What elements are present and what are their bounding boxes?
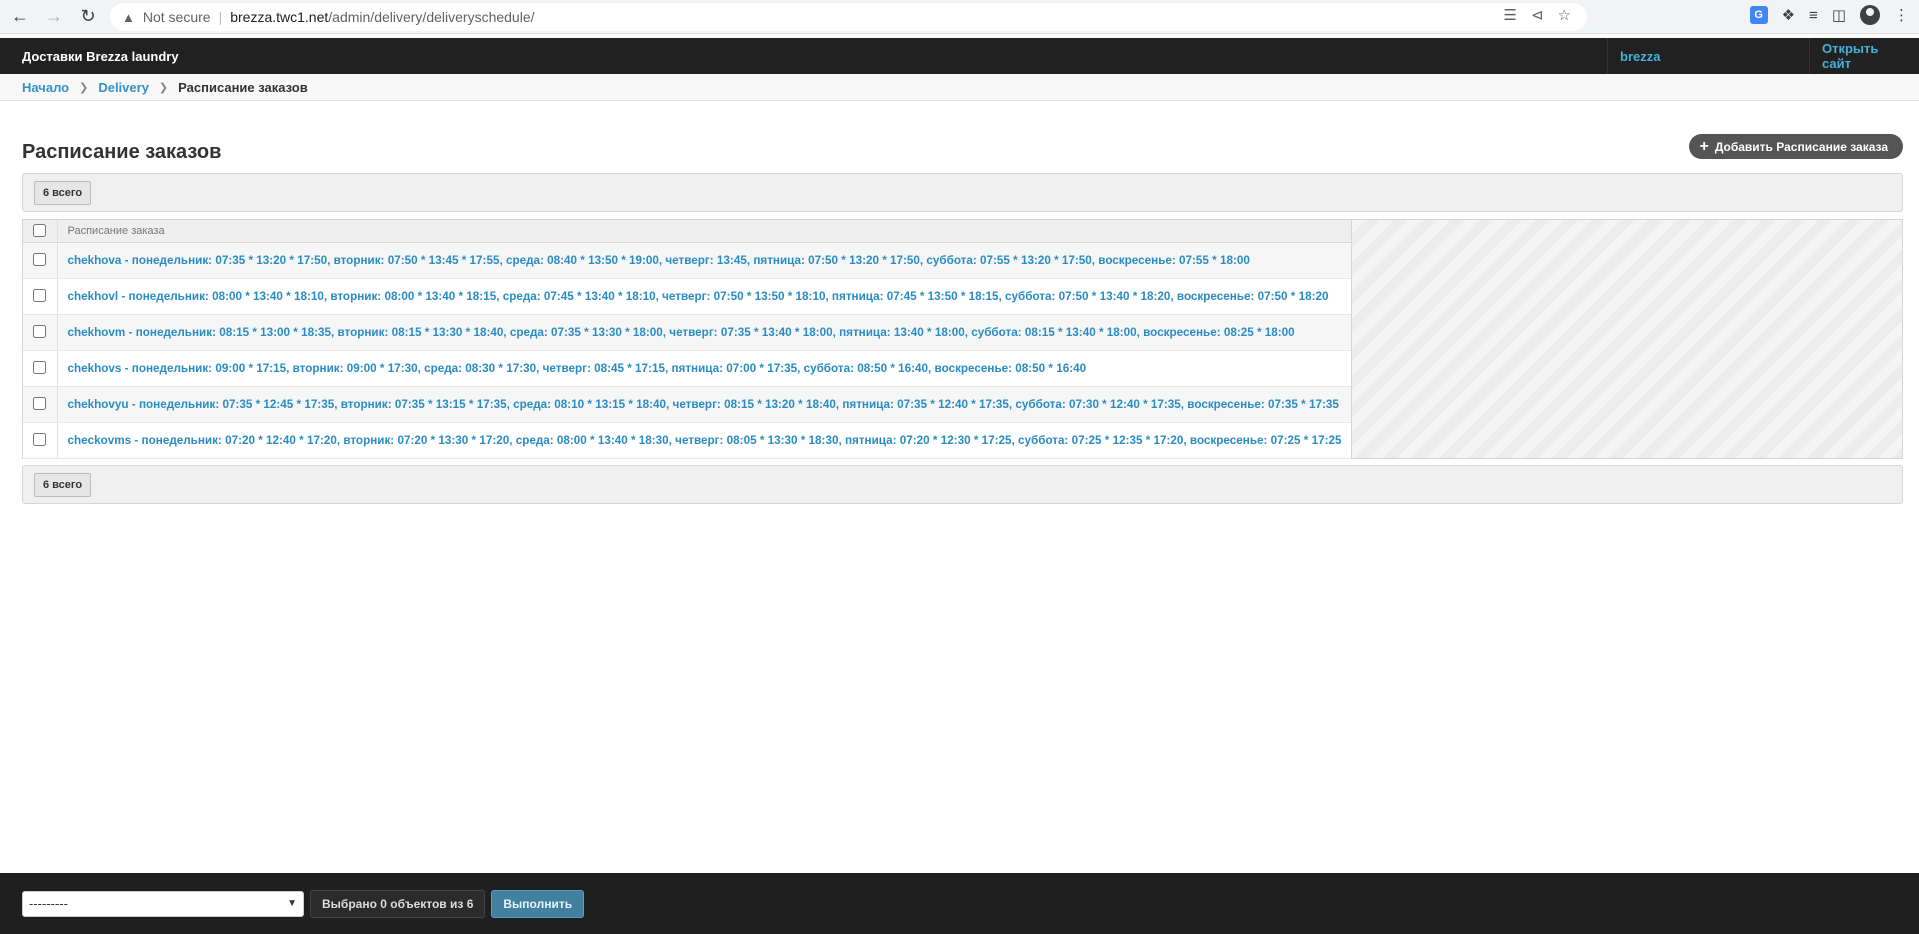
back-icon[interactable]: ← — [6, 3, 34, 31]
column-header-schedule[interactable]: Расписание заказа — [57, 220, 1351, 243]
empty-filter-area — [1351, 220, 1902, 458]
plus-icon: + — [1699, 137, 1709, 155]
page-title: Расписание заказов — [22, 141, 222, 163]
url-host: brezza.twc1.net — [230, 9, 329, 25]
address-bar[interactable]: ▲ Not secure | brezza.twc1.net/admin/del… — [110, 3, 1587, 31]
reload-icon[interactable]: ↻ — [74, 3, 102, 31]
row-link[interactable]: chekhova - понедельник: 07:35 * 13:20 * … — [57, 242, 1351, 279]
chevron-right-icon: ❯ — [79, 81, 89, 94]
breadcrumb-app[interactable]: Delivery — [98, 80, 149, 95]
extensions-icon[interactable]: ❖ — [1782, 6, 1795, 24]
row-link[interactable]: chekhovl - понедельник: 08:00 * 13:40 * … — [57, 278, 1351, 315]
view-site-link[interactable]: Открыть сайт — [1809, 38, 1919, 74]
forward-icon[interactable]: → — [40, 3, 68, 31]
url-path: /admin/delivery/deliveryschedule/ — [328, 9, 535, 25]
url-separator: | — [218, 9, 223, 25]
total-count[interactable]: 6 всего — [34, 180, 92, 205]
site-branding[interactable]: Доставки Brezza laundry — [0, 49, 1607, 64]
select-all-checkbox[interactable] — [33, 223, 47, 237]
run-action-button[interactable]: Выполнить — [491, 889, 585, 918]
selected-counter: Выбрано 0 объектов из 6 — [310, 889, 486, 918]
row-link[interactable]: checkovms - понедельник: 07:20 * 12:40 *… — [57, 422, 1351, 459]
row-link[interactable]: chekhovm - понедельник: 08:15 * 13:00 * … — [57, 314, 1351, 351]
row-checkbox[interactable] — [33, 361, 47, 374]
action-select[interactable]: --------- ▼ — [22, 890, 304, 917]
table-row: checkovms - понедельник: 07:20 * 12:40 *… — [23, 422, 1351, 459]
table-row: chekhovm - понедельник: 08:15 * 13:00 * … — [23, 314, 1351, 351]
user-link[interactable]: brezza — [1607, 38, 1809, 74]
row-checkbox[interactable] — [33, 433, 47, 446]
profile-avatar-icon[interactable] — [1860, 5, 1880, 25]
reading-list-icon[interactable]: ≡ — [1809, 7, 1818, 24]
side-panel-icon[interactable]: ◫ — [1832, 6, 1846, 24]
breadcrumb: Начало ❯ Delivery ❯ Расписание заказов — [0, 74, 1919, 101]
breadcrumb-home[interactable]: Начало — [22, 80, 69, 95]
google-translate-icon[interactable]: G — [1749, 6, 1768, 24]
table-row: chekhovs - понедельник: 09:00 * 17:15, в… — [23, 350, 1351, 387]
actions-bar: --------- ▼ Выбрано 0 объектов из 6 Выпо… — [0, 873, 1919, 934]
add-schedule-label: Добавить Расписание заказа — [1714, 139, 1888, 154]
row-link[interactable]: chekhovyu - понедельник: 07:35 * 12:45 *… — [57, 386, 1351, 423]
share-icon[interactable]: ⊲ — [1531, 6, 1544, 24]
warning-icon: ▲ — [122, 9, 135, 25]
table-row: chekhovyu - понедельник: 07:35 * 12:45 *… — [23, 386, 1351, 423]
row-checkbox[interactable] — [33, 325, 47, 338]
row-checkbox[interactable] — [33, 253, 47, 266]
breadcrumb-current: Расписание заказов — [178, 79, 308, 95]
admin-header: Доставки Brezza laundry brezza Открыть с… — [0, 38, 1919, 74]
row-checkbox[interactable] — [33, 397, 47, 410]
select-all-cell — [23, 220, 58, 243]
security-label: Not secure — [142, 9, 211, 25]
chevron-right-icon: ❯ — [158, 81, 169, 94]
menu-kebab-icon[interactable]: ⋮ — [1894, 6, 1909, 24]
total-count[interactable]: 6 всего — [34, 472, 92, 497]
add-schedule-button[interactable]: + Добавить Расписание заказа — [1689, 134, 1903, 159]
paginator-bottom: 6 всего — [22, 465, 1903, 504]
user-tools: brezza Открыть сайт — [1607, 38, 1919, 74]
row-link[interactable]: chekhovs - понедельник: 09:00 * 17:15, в… — [57, 350, 1351, 387]
table-row: chekhovl - понедельник: 08:00 * 13:40 * … — [23, 278, 1351, 315]
bookmark-star-icon[interactable]: ☆ — [1558, 6, 1571, 24]
table-row: chekhova - понедельник: 07:35 * 13:20 * … — [23, 242, 1351, 279]
results-table: Расписание заказа chekhova - понедельник… — [22, 219, 1903, 459]
browser-toolbar: ← → ↻ ▲ Not secure | brezza.twc1.net/adm… — [0, 0, 1919, 34]
action-select-value: --------- — [29, 896, 68, 911]
row-checkbox[interactable] — [33, 289, 47, 302]
chevron-down-icon: ▼ — [287, 898, 297, 909]
translate-page-icon[interactable]: ☰ — [1504, 6, 1517, 24]
paginator-top: 6 всего — [22, 173, 1903, 212]
